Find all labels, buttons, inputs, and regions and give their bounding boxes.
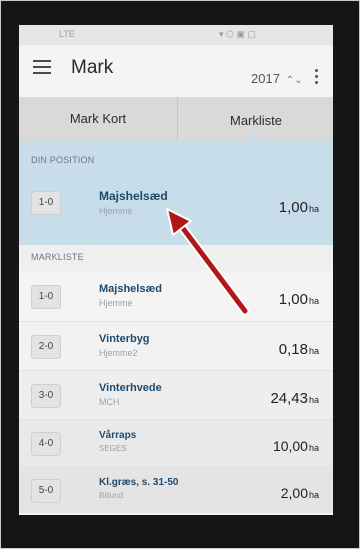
field-name: Vårraps <box>99 430 137 441</box>
field-location: Billund <box>99 491 124 500</box>
list-item[interactable]: 4-0 Vårraps SEGES 10,00ha <box>19 420 333 466</box>
field-id-badge: 1-0 <box>31 285 61 309</box>
field-name: Vinterhvede <box>99 382 162 394</box>
field-location: SEGES <box>99 444 127 453</box>
more-vert-icon[interactable] <box>313 69 321 87</box>
tab-mark-kort[interactable]: Mark Kort <box>19 97 177 141</box>
photo-frame: LTE ▾ ⬡ ▣ ▢ Mark 2017 ⌃⌄ Mark Kort Markli… <box>0 0 360 549</box>
list-item[interactable]: 3-0 Vinterhvede MCH 24,43ha <box>19 371 333 419</box>
field-location: Hjemme2 <box>99 348 138 358</box>
status-left: LTE <box>59 29 75 39</box>
field-area-unit: ha <box>308 296 319 306</box>
field-area-value: 2,00 <box>280 485 308 501</box>
field-location: Hjemme <box>99 206 133 216</box>
app-bar: Mark 2017 ⌃⌄ <box>19 45 333 97</box>
field-id-badge: 5-0 <box>31 479 61 503</box>
field-area-unit: ha <box>308 443 319 453</box>
field-name: Vinterbyg <box>99 333 150 345</box>
field-area: 0,18ha <box>279 341 319 358</box>
field-area: 1,00ha <box>279 291 319 308</box>
field-area-unit: ha <box>308 395 319 405</box>
status-icons: ▾ ⬡ ▣ ▢ <box>219 29 256 39</box>
phone-screen: LTE ▾ ⬡ ▣ ▢ Mark 2017 ⌃⌄ Mark Kort Markli… <box>19 25 333 515</box>
field-id-badge: 3-0 <box>31 384 61 408</box>
field-area-value: 10,00 <box>272 438 308 454</box>
field-name: Majshelsæd <box>99 189 168 203</box>
field-area-unit: ha <box>308 204 319 214</box>
field-id-badge: 4-0 <box>31 432 61 456</box>
field-area: 24,43ha <box>270 390 319 407</box>
year-value: 2017 <box>251 71 280 86</box>
field-name: Majshelsæd <box>99 283 162 295</box>
field-area-value: 1,00 <box>278 291 308 308</box>
field-area: 10,00ha <box>273 438 319 454</box>
field-list-header: MARKLISTE <box>31 252 84 262</box>
position-section: DIN POSITION 1-0 Majshelsæd Hjemme 1,00h… <box>19 141 333 245</box>
field-location: MCH <box>99 397 120 407</box>
list-item[interactable]: 1-0 Majshelsæd Hjemme 1,00ha <box>19 271 333 321</box>
list-item[interactable]: 2-0 Vinterbyg Hjemme2 0,18ha <box>19 322 333 370</box>
field-area-unit: ha <box>308 490 319 500</box>
status-bar: LTE ▾ ⬡ ▣ ▢ <box>19 25 333 45</box>
field-area: 2,00ha <box>281 485 319 501</box>
field-area-unit: ha <box>308 346 319 356</box>
year-selector[interactable]: 2017 ⌃⌄ <box>251 71 303 86</box>
position-field-row[interactable]: 1-0 Majshelsæd Hjemme 1,00ha <box>19 173 333 233</box>
field-area-value: 1,00 <box>278 199 308 216</box>
field-location: Hjemme <box>99 298 133 308</box>
field-name: Kl.græs, s. 31-50 <box>99 477 179 488</box>
hamburger-icon[interactable] <box>33 60 51 74</box>
field-area-value: 24,43 <box>270 390 308 407</box>
field-list-header-bar: MARKLISTE <box>19 245 333 271</box>
chevron-updown-icon: ⌃⌄ <box>285 75 303 86</box>
field-id-badge: 1-0 <box>31 191 61 215</box>
field-area-value: 0,18 <box>278 341 308 358</box>
field-area: 1,00ha <box>279 199 319 216</box>
tab-bar: Mark Kort Markliste <box>19 97 333 142</box>
app-title: Mark <box>71 57 114 78</box>
field-id-badge: 2-0 <box>31 335 61 359</box>
position-header: DIN POSITION <box>31 155 95 165</box>
list-item[interactable]: 5-0 Kl.græs, s. 31-50 Billund 2,00ha <box>19 467 333 513</box>
